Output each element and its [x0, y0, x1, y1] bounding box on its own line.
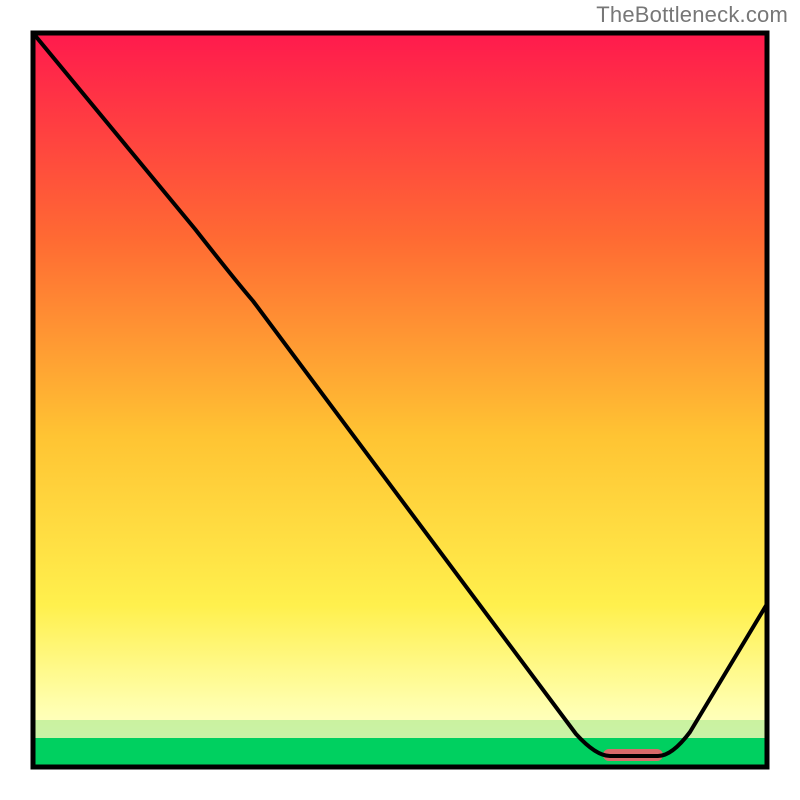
near-optimal-band	[33, 720, 767, 738]
chart-background	[33, 33, 767, 767]
bottleneck-chart	[0, 0, 800, 800]
watermark-label: TheBottleneck.com	[596, 2, 788, 28]
chart-container: TheBottleneck.com	[0, 0, 800, 800]
